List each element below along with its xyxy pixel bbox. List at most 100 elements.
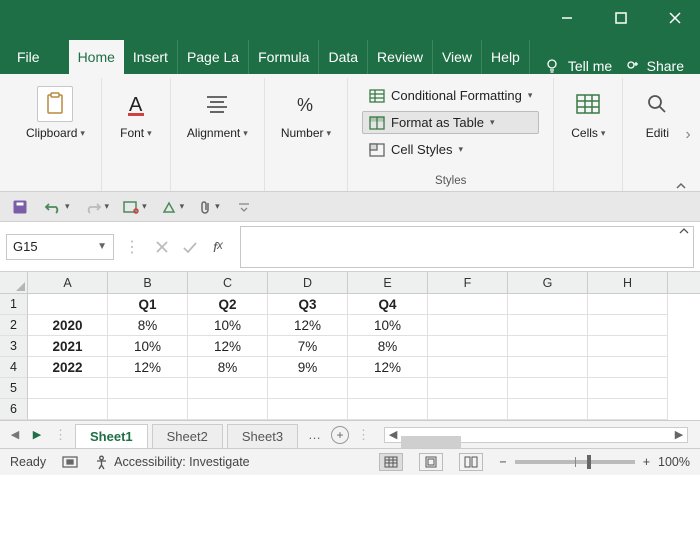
cell[interactable]: 10% [188, 315, 268, 336]
cancel-formula-button[interactable] [150, 240, 174, 254]
column-header[interactable]: G [508, 272, 588, 293]
cell[interactable]: 10% [348, 315, 428, 336]
cell[interactable]: 2020 [28, 315, 108, 336]
column-header[interactable]: C [188, 272, 268, 293]
cell[interactable] [588, 336, 668, 357]
column-header[interactable]: E [348, 272, 428, 293]
zoom-in-button[interactable]: + [643, 455, 650, 469]
cell-styles-button[interactable]: Cell Styles ▾ [362, 138, 539, 161]
horizontal-scrollbar[interactable]: ◀ ▶ [384, 427, 688, 443]
expand-formula-bar-icon[interactable] [678, 226, 690, 236]
sheet-tab-3[interactable]: Sheet3 [227, 424, 298, 448]
cell[interactable]: 8% [348, 336, 428, 357]
qat-button-1[interactable]: ▾ [123, 200, 147, 214]
sheet-tabs-more[interactable]: … [302, 427, 327, 442]
page-break-view-button[interactable] [459, 453, 483, 471]
zoom-slider[interactable] [515, 460, 635, 464]
cell[interactable]: Q4 [348, 294, 428, 315]
save-button[interactable] [10, 198, 30, 216]
cell[interactable]: 8% [108, 315, 188, 336]
cell[interactable] [508, 315, 588, 336]
formula-input[interactable] [240, 226, 694, 268]
cell[interactable] [428, 357, 508, 378]
cell[interactable] [508, 378, 588, 399]
sheet-nav-next[interactable]: ▶ [28, 426, 46, 444]
insert-function-button[interactable]: fx [206, 239, 230, 255]
cell[interactable]: Q1 [108, 294, 188, 315]
cell[interactable] [188, 399, 268, 420]
cells-button[interactable]: Cells▾ [564, 82, 612, 144]
qat-attach-button[interactable]: ▾ [198, 199, 220, 215]
cell[interactable]: 9% [268, 357, 348, 378]
tab-insert[interactable]: Insert [124, 40, 178, 74]
cell[interactable]: 2022 [28, 357, 108, 378]
cell[interactable] [428, 399, 508, 420]
cell[interactable] [508, 294, 588, 315]
tab-review[interactable]: Review [368, 40, 433, 74]
tab-home[interactable]: Home [69, 40, 124, 74]
name-box[interactable]: G15 ▼ [6, 234, 114, 260]
minimize-button[interactable] [550, 4, 584, 32]
sheet-nav-prev[interactable]: ◀ [6, 426, 24, 444]
cell[interactable] [428, 294, 508, 315]
cell[interactable] [268, 378, 348, 399]
cell[interactable] [588, 378, 668, 399]
tab-help[interactable]: Help [482, 40, 530, 74]
cell[interactable] [428, 378, 508, 399]
tab-page-layout[interactable]: Page La [178, 40, 249, 74]
cell[interactable]: Q2 [188, 294, 268, 315]
scroll-right-icon[interactable]: ▶ [671, 428, 687, 441]
cell[interactable] [588, 294, 668, 315]
cell[interactable] [28, 378, 108, 399]
row-header[interactable]: 2 [0, 315, 28, 336]
format-as-table-button[interactable]: Format as Table ▾ [362, 111, 539, 134]
cell[interactable]: 12% [188, 336, 268, 357]
cell[interactable]: 8% [188, 357, 268, 378]
cell[interactable] [588, 315, 668, 336]
normal-view-button[interactable] [379, 453, 403, 471]
accessibility-status[interactable]: Accessibility: Investigate [94, 455, 249, 470]
editing-button[interactable]: Editi [633, 82, 681, 144]
paste-button[interactable]: Clipboard▾ [20, 82, 91, 144]
cell[interactable] [508, 336, 588, 357]
page-layout-view-button[interactable] [419, 453, 443, 471]
add-sheet-button[interactable]: + [331, 426, 349, 444]
collapse-ribbon-icon[interactable] [674, 179, 688, 193]
cell[interactable] [268, 399, 348, 420]
tab-data[interactable]: Data [319, 40, 368, 74]
tab-formulas[interactable]: Formula [249, 40, 319, 74]
macro-icon[interactable] [62, 455, 78, 469]
alignment-button[interactable]: Alignment▾ [181, 82, 254, 144]
undo-button[interactable]: ▾ [44, 200, 70, 214]
zoom-control[interactable]: − + 100% [499, 455, 690, 469]
cell[interactable] [348, 399, 428, 420]
column-header[interactable]: A [28, 272, 108, 293]
row-header[interactable]: 1 [0, 294, 28, 315]
cell[interactable]: Q3 [268, 294, 348, 315]
row-header[interactable]: 5 [0, 378, 28, 399]
cell[interactable] [28, 294, 108, 315]
cell[interactable]: 12% [348, 357, 428, 378]
scrollbar-thumb[interactable] [401, 436, 461, 448]
tab-file[interactable]: File [8, 40, 49, 74]
cell[interactable] [508, 357, 588, 378]
cell[interactable] [428, 336, 508, 357]
sheet-tab-2[interactable]: Sheet2 [152, 424, 223, 448]
font-button[interactable]: A Font▾ [112, 82, 160, 144]
tell-me[interactable]: Tell me [544, 58, 612, 74]
column-header[interactable]: B [108, 272, 188, 293]
cell[interactable] [588, 357, 668, 378]
close-button[interactable] [658, 4, 692, 32]
cell[interactable] [428, 315, 508, 336]
row-header[interactable]: 4 [0, 357, 28, 378]
conditional-formatting-button[interactable]: Conditional Formatting ▾ [362, 84, 539, 107]
cell[interactable] [188, 378, 268, 399]
cell[interactable]: 10% [108, 336, 188, 357]
qat-button-2[interactable]: ▾ [161, 200, 185, 214]
column-header[interactable]: D [268, 272, 348, 293]
qat-customize[interactable] [234, 198, 254, 216]
ribbon-scroll-right[interactable]: › [683, 78, 692, 191]
cell[interactable]: 12% [108, 357, 188, 378]
cell[interactable] [508, 399, 588, 420]
cell[interactable] [348, 378, 428, 399]
